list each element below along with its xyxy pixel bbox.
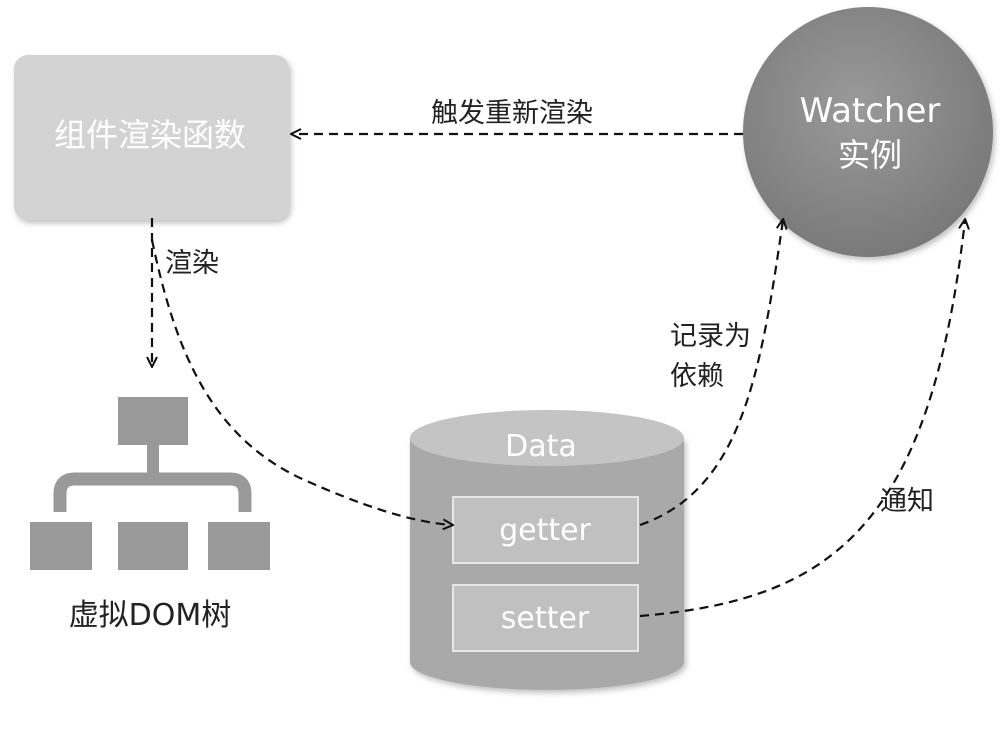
setter-label: setter — [501, 601, 590, 636]
render-label: 渲染 — [165, 248, 219, 279]
setter-to-watcher-arrow — [639, 220, 965, 618]
render-function-node: 组件渲染函数 — [14, 55, 289, 220]
watcher-node: Watcher 实例 — [743, 7, 993, 257]
notify-label: 通知 — [880, 486, 934, 517]
record-dependency-label-line2: 依赖 — [670, 361, 724, 392]
watcher-label-line2: 实例 — [838, 136, 902, 174]
getter-label: getter — [499, 513, 591, 548]
record-dependency-label-line1: 记录为 — [670, 321, 751, 352]
data-store-label: Data — [505, 429, 577, 464]
diagram-canvas: 组件渲染函数 Watcher 实例 虚拟DOM树 Data getter set… — [14, 7, 993, 690]
vdom-tree-label: 虚拟DOM树 — [69, 598, 232, 633]
setter-node: setter — [452, 584, 639, 652]
render-function-label: 组件渲染函数 — [54, 116, 246, 154]
vdom-tree-icon — [30, 397, 270, 570]
trigger-rerender-label: 触发重新渲染 — [431, 98, 593, 129]
getter-node: getter — [452, 496, 639, 564]
watcher-label-line1: Watcher — [800, 91, 941, 131]
